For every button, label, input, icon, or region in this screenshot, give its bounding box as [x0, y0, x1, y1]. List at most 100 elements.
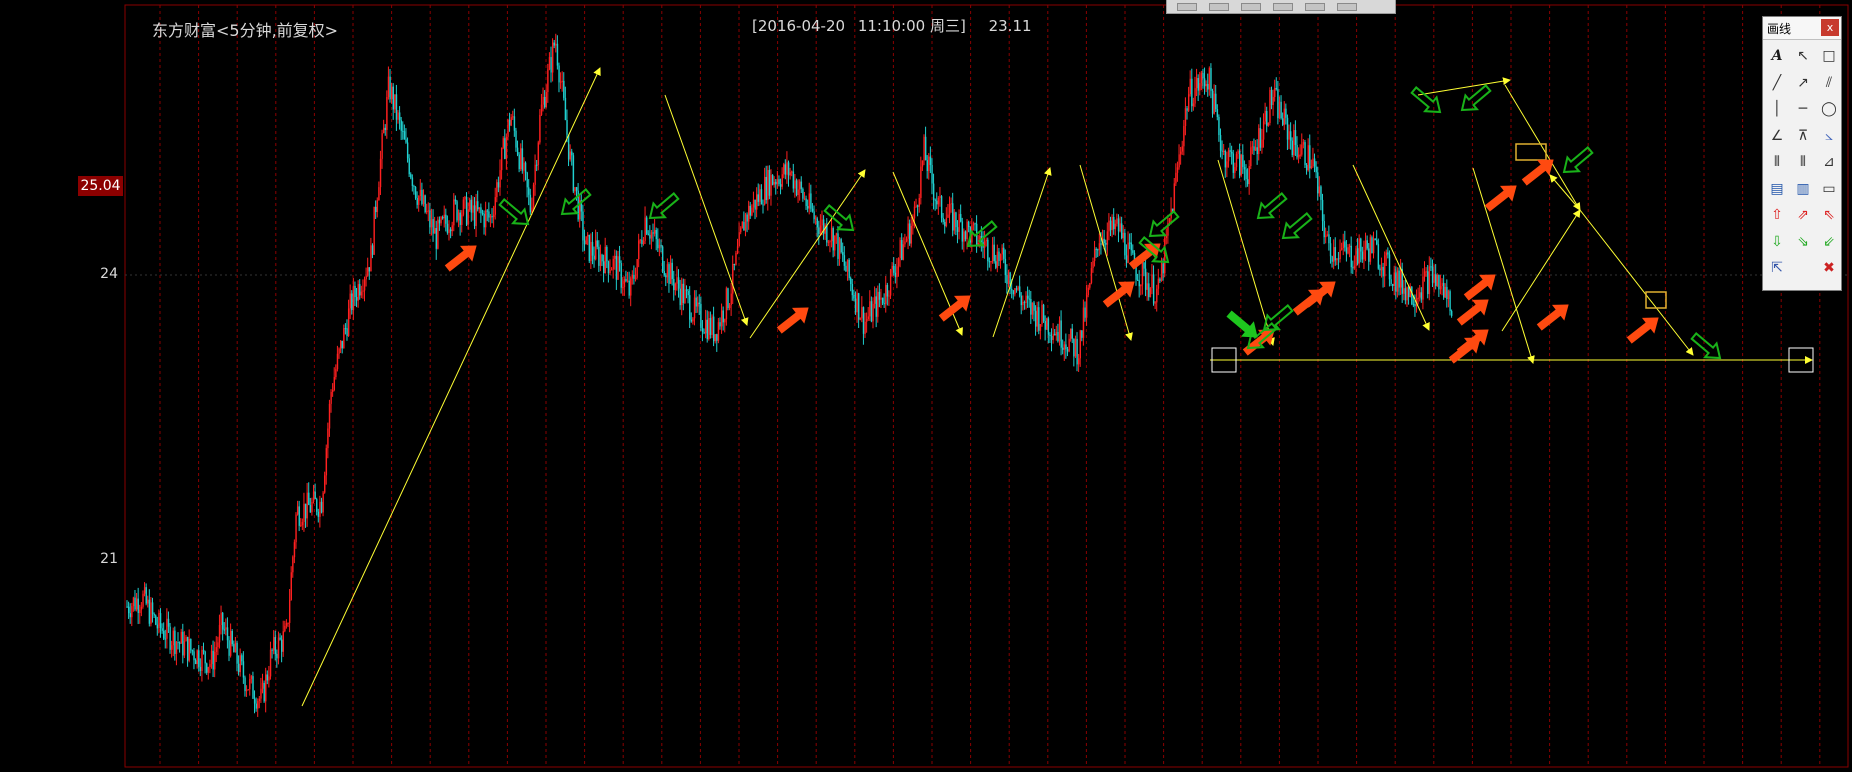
candle-up-body	[1439, 286, 1442, 290]
parallel-lines-tool-icon[interactable]: ⫽	[1816, 70, 1842, 97]
candle-up-body	[234, 642, 237, 653]
candle-down-body	[883, 303, 885, 305]
candle-up-body	[990, 261, 992, 263]
toolbar-button[interactable]	[1305, 2, 1325, 11]
candle-up-body	[948, 203, 951, 215]
candle-up-body	[451, 225, 453, 232]
candle-down-body	[465, 196, 468, 225]
down-right-arrow-mark-icon[interactable]: ⇘	[1790, 229, 1816, 256]
candle-up-body	[866, 319, 868, 322]
candle-up-body	[1227, 150, 1230, 162]
candle-down-body	[961, 221, 964, 242]
candle-up-body	[776, 179, 779, 185]
candle-up-body	[1347, 247, 1349, 254]
note-tool-icon[interactable]: ▥	[1790, 176, 1816, 203]
candle-down-body	[598, 246, 600, 266]
vertical-line-tool-icon[interactable]: │	[1764, 96, 1790, 123]
buy-arrow-mark	[1281, 212, 1313, 240]
candle-down-body	[1044, 321, 1046, 330]
candle-up-body	[324, 475, 326, 493]
candle-up-body	[923, 136, 925, 161]
toolbar-button[interactable]	[1241, 2, 1261, 11]
candle-down-body	[127, 606, 130, 614]
text-tool-icon[interactable]: A	[1764, 43, 1790, 70]
candle-down-body	[593, 255, 595, 260]
candle-down-body	[1148, 283, 1150, 298]
candle-up-body	[595, 240, 597, 260]
candle-up-body	[1082, 307, 1085, 338]
candle-up-body	[1261, 139, 1263, 148]
highlight-box	[1645, 291, 1667, 309]
candle-down-body	[477, 201, 479, 210]
cycle-lines-tool-icon[interactable]: ⦀	[1764, 149, 1790, 176]
candle-up-body	[1250, 147, 1252, 167]
fan-lines-tool-icon[interactable]: ⊼	[1790, 123, 1816, 150]
fibonacci-time-tool-icon[interactable]: ⦀	[1790, 149, 1816, 176]
candle-up-body	[899, 240, 901, 259]
candle-down-body	[1277, 89, 1279, 119]
fibonacci-fan-tool-icon[interactable]: ⊿	[1816, 149, 1842, 176]
candle-down-body	[491, 216, 493, 218]
toolbar-button[interactable]	[1337, 2, 1357, 11]
candle-down-body	[161, 628, 163, 631]
down-arrow-mark-icon[interactable]: ⇩	[1764, 229, 1790, 256]
candle-up-body	[1353, 265, 1356, 269]
chart-stage[interactable]: 东方财富<5分钟,前复权> [2016-04-20 11:10:00 周三] 2…	[0, 0, 1852, 772]
candle-down-body	[371, 245, 374, 255]
rectangle-tool-icon[interactable]: □	[1816, 43, 1842, 70]
delete-all-tool-icon[interactable]: ✖	[1816, 255, 1842, 282]
candle-up-body	[247, 689, 249, 691]
candle-down-body	[944, 222, 946, 227]
close-button[interactable]: x	[1821, 19, 1839, 36]
ellipse-tool-icon[interactable]: ◯	[1816, 96, 1842, 123]
up-right-arrow-mark-icon[interactable]: ⇗	[1790, 202, 1816, 229]
horizontal-line-tool-icon[interactable]: ─	[1790, 96, 1816, 123]
candle-up-body	[897, 258, 900, 267]
pointer-tool-icon[interactable]: ⇱	[1764, 255, 1790, 282]
angle-tool-icon[interactable]: ∠	[1764, 123, 1790, 150]
candle-down-body	[1023, 301, 1026, 303]
candle-up-body	[548, 57, 551, 70]
candle-down-body	[1047, 318, 1050, 335]
candle-up-body	[139, 609, 141, 614]
candle-up-body	[983, 241, 986, 248]
candle-up-body	[902, 244, 905, 260]
candle-down-body	[298, 506, 300, 526]
line-segment-tool-icon[interactable]: ╱	[1764, 70, 1790, 97]
candle-up-body	[859, 318, 862, 320]
ruler-tool-icon[interactable]: ▭	[1816, 176, 1842, 203]
candle-down-body	[222, 612, 224, 630]
candle-up-body	[1146, 283, 1148, 290]
down-left-arrow-mark-icon[interactable]: ⇙	[1816, 229, 1842, 256]
candle-down-body	[1323, 221, 1325, 238]
candle-down-body	[1282, 118, 1284, 125]
candle-up-body	[1160, 263, 1163, 282]
candle-up-body	[803, 198, 806, 200]
candle-down-body	[402, 130, 404, 132]
toolbar-button[interactable]	[1177, 2, 1197, 11]
up-left-arrow-mark-icon[interactable]: ⇖	[1816, 202, 1842, 229]
candle-down-body	[1060, 320, 1062, 348]
candle-down-body	[760, 189, 763, 205]
candle-up-body	[654, 230, 656, 234]
toolbar-button[interactable]	[1273, 2, 1293, 11]
candle-up-body	[730, 293, 732, 306]
toolbar-button[interactable]	[1209, 2, 1229, 11]
candle-down-body	[703, 331, 705, 334]
candle-up-body	[288, 600, 291, 623]
candle-up-body	[1140, 284, 1142, 287]
select-arrow-tool-icon[interactable]: ↖	[1790, 43, 1816, 70]
gann-fan-tool-icon[interactable]: ⦣	[1816, 123, 1842, 150]
candle-up-body	[1301, 144, 1303, 155]
candle-up-body	[1052, 333, 1054, 340]
panel-header[interactable]: 画线 x	[1763, 17, 1841, 40]
up-arrow-mark-icon[interactable]: ⇧	[1764, 202, 1790, 229]
text-box-tool-icon[interactable]: ▤	[1764, 176, 1790, 203]
candle-down-body	[1259, 128, 1262, 148]
ray-tool-icon[interactable]: ↗	[1790, 70, 1816, 97]
candle-up-body	[249, 678, 251, 690]
candle-up-body	[872, 303, 874, 322]
candle-down-body	[354, 285, 356, 298]
kline-chart[interactable]	[0, 0, 1852, 772]
candle-up-body	[357, 284, 359, 301]
